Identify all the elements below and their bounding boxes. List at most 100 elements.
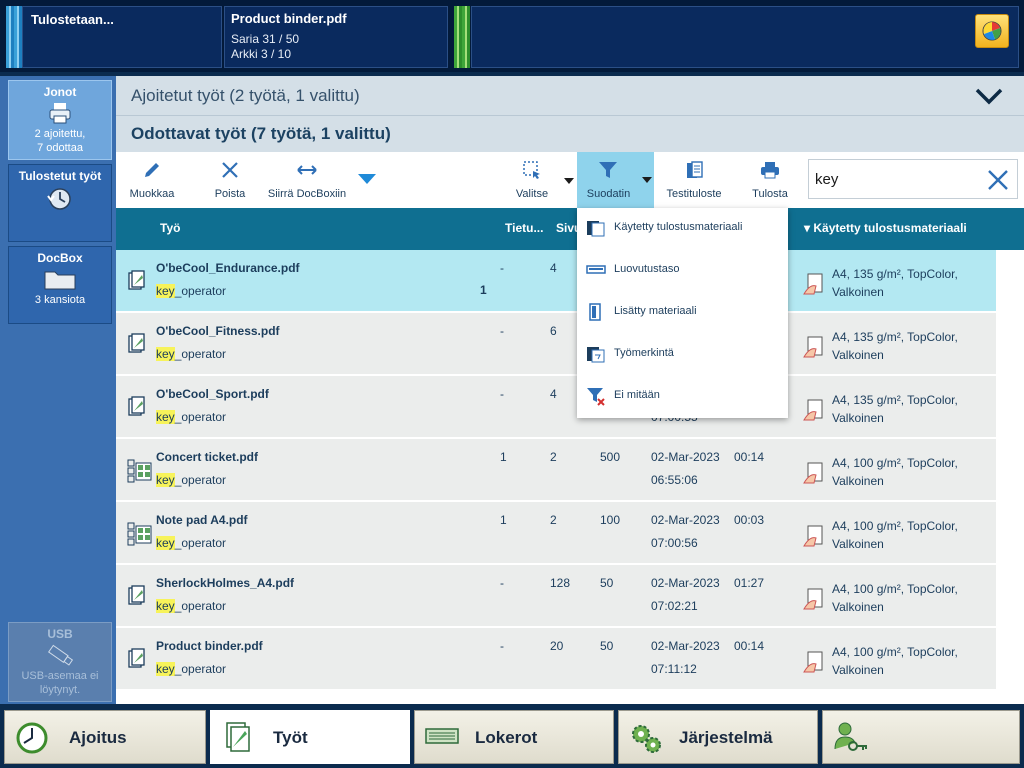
date-cell: 02-Mar-2023 [651,513,720,527]
media-icon [587,221,605,237]
job-owner: key_operator [156,410,226,424]
printer-icon [761,162,779,179]
sidebar-item-usb[interactable]: USB USB-asemaa ei löytynyt. [8,622,112,702]
sidebar-item-docbox[interactable]: DocBox 3 kansiota [8,246,112,324]
job-owner: key_operator [156,662,226,676]
pages-cell: 128 [550,576,571,590]
filter-dropdown-arrow[interactable] [642,177,652,183]
gears-icon [632,725,661,753]
duration-cell: 00:14 [734,450,765,464]
filter-button[interactable]: Suodatin [577,152,654,208]
column-header-info[interactable]: Tietu... [505,221,543,235]
filter-option-media-used[interactable]: Käytetty tulostusmateriaali [577,208,788,250]
info-cell: - [500,387,504,401]
media-icon [802,398,826,425]
folder-icon [44,271,76,290]
job-owner: key_operator [156,347,226,361]
nav-tab-schedule[interactable]: Ajoitus [4,710,206,764]
duration-cell: 00:03 [734,513,765,527]
media-icon [802,272,826,299]
filter-option-added-material[interactable]: Lisätty materiaali [577,292,788,334]
scheduled-jobs-header[interactable]: Ajoitetut työt (2 työtä, 1 valittu) [116,76,1024,116]
sidebar-item-printed-jobs[interactable]: Tulostetut työt [8,164,112,242]
printing-label: Tulostetaan... [31,12,114,27]
proof-document-icon [687,161,703,178]
pages-cell: 4 [550,387,557,401]
nav-tab-label: Työt [273,728,308,747]
printing-status-box[interactable]: Tulostetaan... [22,6,222,68]
nav-tab-trays[interactable]: Lokerot [414,710,614,764]
queues-waiting-count: 7 odottaa [37,142,83,154]
table-row[interactable]: Note pad A4.pdf key_operator 1 2 100 02-Mar-2… [116,502,996,564]
job-name: O'beCool_Sport.pdf [156,387,269,401]
filter-icon [598,162,617,178]
status-stripe-right [454,6,470,68]
media-color: Valkoinen [832,537,884,551]
search-box[interactable] [808,159,1018,199]
nav-tab-system[interactable]: Järjestelmä [618,710,818,764]
docbox-folder-count: 3 kansiota [34,294,86,306]
printer-status-icon[interactable] [975,14,1009,48]
sidebar-item-label: USB [47,627,73,641]
filter-option-output-tray[interactable]: Luovutustaso [577,250,788,292]
sidebar: Jonot 2 ajoitettu, 7 odottaa Tulostetut … [0,76,116,704]
pages-cell: 6 [550,324,557,338]
time-cell: 07:00:56 [651,536,698,550]
output-tray-icon [586,265,606,274]
document-icon [226,722,250,752]
edit-button[interactable]: Muokkaa [126,152,178,208]
table-row[interactable]: O'beCool_Sport.pdfkey_operator-407:00:55… [116,376,996,438]
duration-cell: 01:27 [734,576,765,590]
select-dropdown-arrow[interactable] [564,178,574,184]
info-cell: - [500,324,504,338]
waiting-jobs-header[interactable]: Odottavat työt (7 työtä, 1 valittu) [116,116,1024,152]
search-match-highlight: key [156,536,175,550]
column-header-media[interactable]: ▾ Käytetty tulostusmateriaali [804,221,967,235]
paper-tray-icon [425,728,459,744]
table-row[interactable]: Product binder.pdf key_operator - 20 50 02-Ma… [116,628,996,690]
proof-print-button[interactable]: Testituloste [661,152,727,208]
chevron-down-icon[interactable] [974,84,1004,106]
copies-cell: 500 [600,450,621,464]
table-row[interactable]: SherlockHolmes_A4.pdf key_operator -128 50 0… [116,565,996,627]
select-label: Valitse [515,188,549,200]
user-key-icon [834,722,867,751]
media-icon [802,524,826,551]
sidebar-item-label: Tulostetut työt [18,169,102,183]
table-row[interactable]: O'beCool_Endurance.pdf key_operator -4 1 A4,… [116,250,996,312]
filter-option-none[interactable]: Ei mitään [577,376,788,418]
search-match-highlight: key [156,347,175,361]
nav-tab-label: Lokerot [475,728,538,747]
arrows-horizontal-icon [297,165,317,175]
select-button[interactable]: Valitse [508,152,556,208]
media-color: Valkoinen [832,348,884,362]
filter-option-label: Ei mitään [614,389,660,401]
search-input[interactable] [815,168,975,190]
move-to-docbox-button[interactable]: Siirrä DocBoxiin [266,152,348,208]
owner-rest: _operator [174,536,227,550]
filter-option-job-label[interactable]: Työmerkintä [577,334,788,376]
info-cell: - [500,576,504,590]
more-actions-dropdown-icon[interactable] [356,172,378,186]
document-icon [127,648,147,673]
document-icon [127,396,147,421]
current-job-box[interactable]: Product binder.pdf Saria 31 / 50 Arkki 3… [224,6,448,68]
next-job-box[interactable] [471,6,1019,68]
nav-tab-user[interactable] [822,710,1020,764]
media-icon [802,335,826,362]
delete-button[interactable]: Poista [204,152,256,208]
sidebar-item-queues[interactable]: Jonot 2 ajoitettu, 7 odottaa [8,80,112,160]
set-progress: Saria 31 / 50 [231,32,300,46]
media-name: A4, 100 g/m², TopColor, [832,456,958,470]
table-row[interactable]: Concert ticket.pdf key_operator 1 2 500 02-Ma… [116,439,996,501]
info-cell: 1 [500,450,507,464]
table-row[interactable]: O'beCool_Fitness.pdf key_operator -6 A4, 13… [116,313,996,375]
proof-label: Testituloste [666,188,722,200]
print-button[interactable]: Tulosta [744,152,796,208]
clear-search-icon[interactable] [987,169,1009,191]
date-cell: 02-Mar-2023 [651,576,720,590]
column-header-job[interactable]: Työ [160,221,180,235]
nav-tab-jobs[interactable]: Työt [210,710,410,764]
sidebar-item-label: DocBox [37,251,83,265]
media-color: Valkoinen [832,474,884,488]
